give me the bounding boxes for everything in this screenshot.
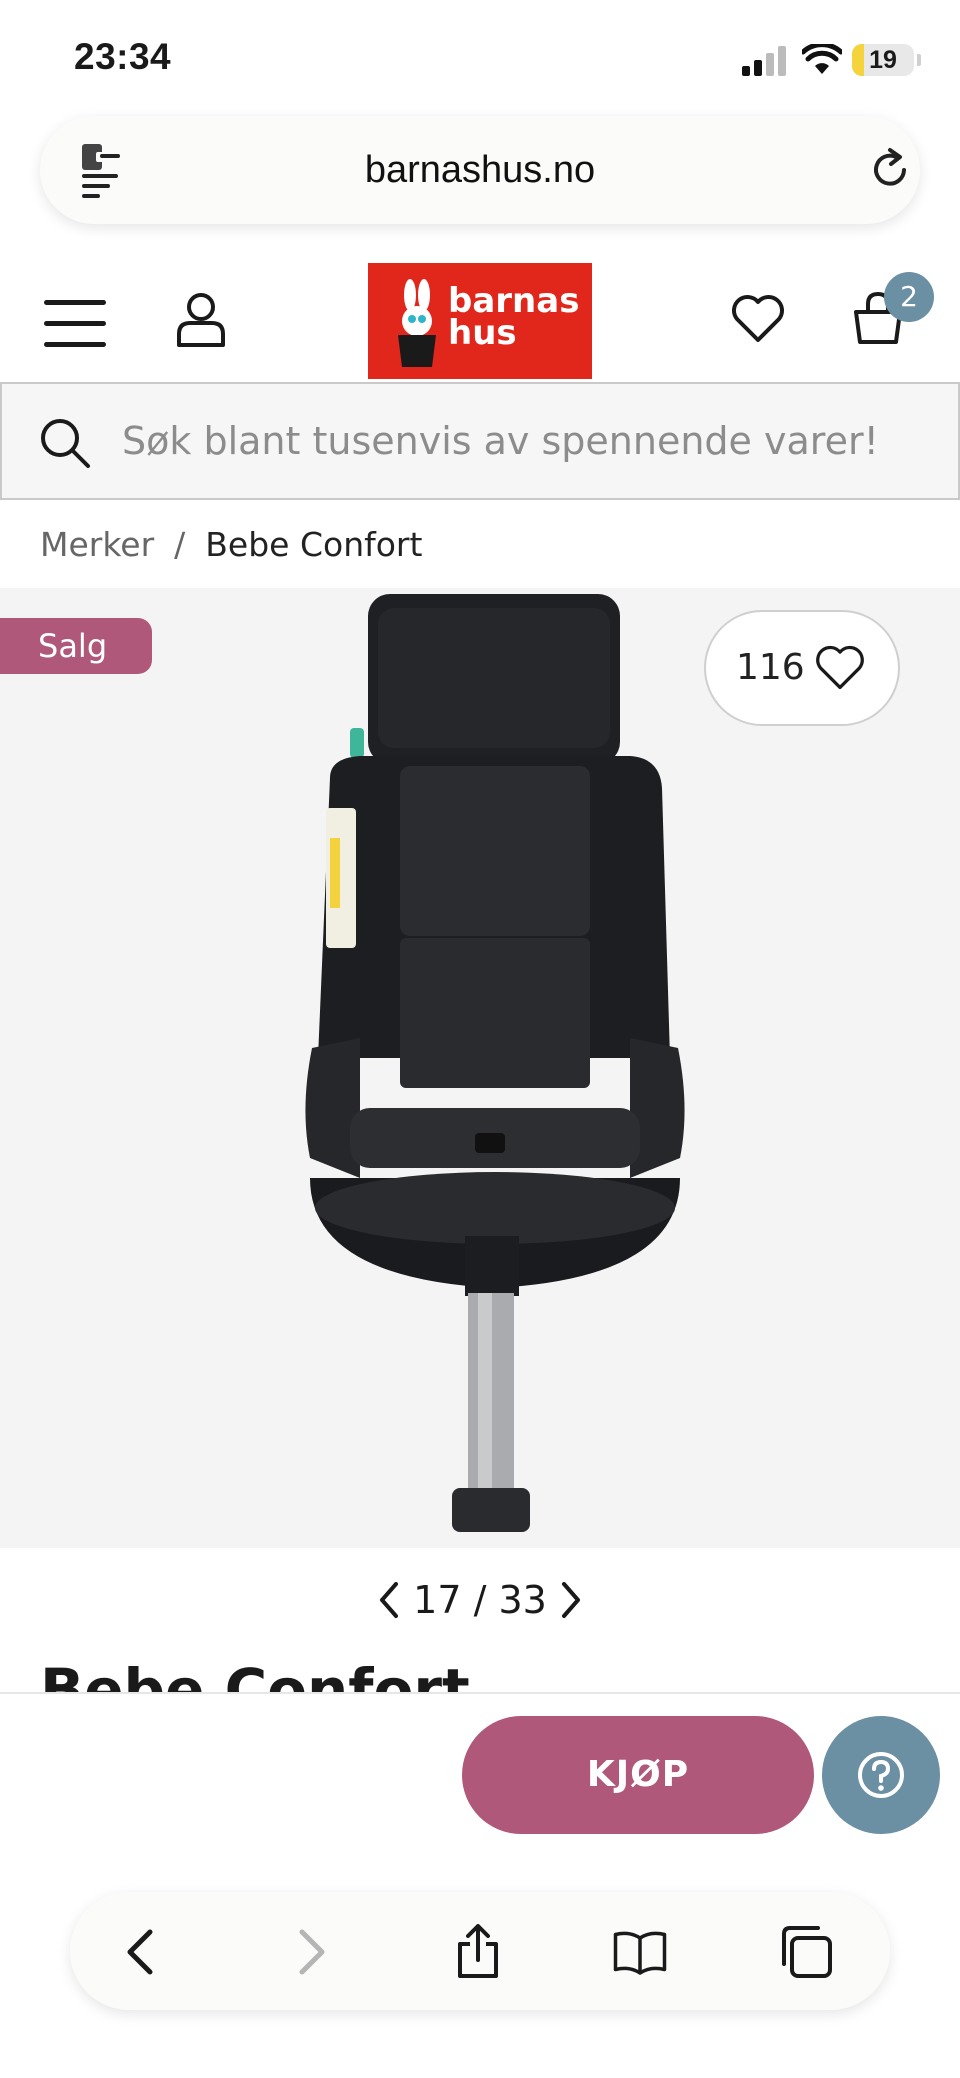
reload-icon[interactable] <box>866 146 914 194</box>
tabs-icon[interactable] <box>778 1924 834 1980</box>
search-bar[interactable] <box>0 382 960 500</box>
cellular-signal-icon <box>742 46 788 76</box>
wishlist-heart-icon[interactable] <box>730 292 786 344</box>
product-title: Bebe Confort <box>40 1656 470 1692</box>
product-title-clip: Bebe Confort <box>0 1650 960 1692</box>
logo-text: barnas hus <box>448 284 579 353</box>
account-icon[interactable] <box>174 290 228 348</box>
bunny-logo-icon <box>398 279 436 367</box>
image-pager: 17 / 33 <box>412 1570 548 1630</box>
battery-tip <box>917 54 921 66</box>
cart-count-badge[interactable]: 2 <box>884 272 934 322</box>
hamburger-menu-icon[interactable] <box>44 300 108 348</box>
product-image-car-seat[interactable] <box>290 588 690 1548</box>
logo-line2: hus <box>448 313 517 353</box>
site-logo[interactable]: barnas hus <box>368 263 592 379</box>
address-bar[interactable]: barnashus.no <box>40 116 920 224</box>
previous-image-chevron-icon[interactable] <box>374 1578 404 1622</box>
pager-current: 17 <box>413 1578 462 1622</box>
pager-separator: / <box>473 1578 487 1622</box>
breadcrumb: Merker / Bebe Confort <box>40 520 422 570</box>
status-bar: 23:34 19 <box>0 0 960 110</box>
breadcrumb-link-merker[interactable]: Merker <box>40 520 154 570</box>
forward-icon[interactable] <box>282 1924 338 1980</box>
sale-badge: Salg <box>0 618 152 674</box>
bookmarks-icon[interactable] <box>612 1924 668 1980</box>
battery-level: 19 <box>869 46 897 74</box>
product-image-gallery[interactable]: Salg 116 <box>0 588 960 1548</box>
back-icon[interactable] <box>114 1924 170 1980</box>
search-icon[interactable] <box>38 416 92 470</box>
buy-button[interactable]: KJØP <box>462 1716 814 1834</box>
heart-icon[interactable] <box>814 642 866 692</box>
browser-toolbar <box>0 1862 960 2078</box>
search-input[interactable] <box>122 384 922 498</box>
site-header: barnas hus 2 <box>0 254 960 382</box>
sticky-buy-bar: KJØP <box>0 1692 960 1862</box>
breadcrumb-current: Bebe Confort <box>205 525 423 564</box>
next-image-chevron-icon[interactable] <box>556 1578 586 1622</box>
url-text[interactable]: barnashus.no <box>40 116 920 224</box>
favorite-count: 116 <box>736 647 805 688</box>
breadcrumb-separator: / <box>174 525 186 564</box>
favorite-button[interactable]: 116 <box>704 610 900 726</box>
status-time: 23:34 <box>74 36 172 77</box>
pager-total: 33 <box>498 1578 547 1622</box>
wifi-icon <box>802 44 842 74</box>
toolbar-pill <box>70 1892 890 2010</box>
battery-indicator: 19 <box>852 44 914 76</box>
question-mark-icon <box>858 1752 904 1798</box>
help-button[interactable] <box>822 1716 940 1834</box>
share-icon[interactable] <box>450 1924 506 1980</box>
